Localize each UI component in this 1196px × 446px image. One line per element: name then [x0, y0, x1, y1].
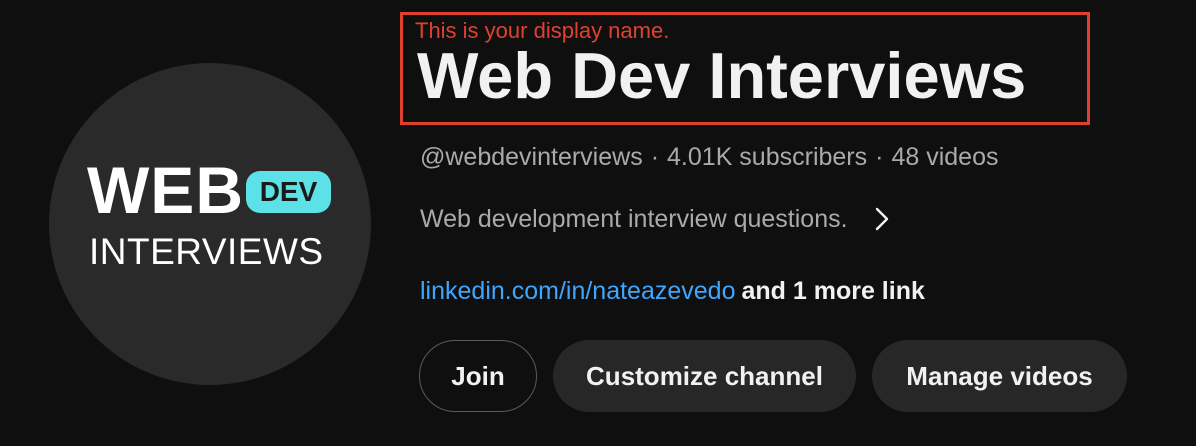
join-button[interactable]: Join — [419, 340, 537, 412]
customize-channel-button[interactable]: Customize channel — [553, 340, 856, 412]
subscriber-count: 4.01K subscribers — [667, 143, 868, 171]
avatar-logo-web: WEB — [87, 153, 244, 227]
meta-separator: · — [875, 143, 884, 171]
channel-display-name: Web Dev Interviews — [417, 39, 1027, 112]
avatar-logo-dev-badge: DEV — [246, 171, 331, 213]
linkedin-link[interactable]: linkedin.com/in/nateazevedo — [420, 277, 735, 305]
channel-handle: @webdevinterviews — [420, 143, 643, 171]
meta-separator: · — [650, 143, 660, 171]
video-count: 48 videos — [891, 143, 999, 171]
avatar-logo-interviews: INTERVIEWS — [89, 231, 324, 272]
channel-header: WEB DEV INTERVIEWS This is your display … — [0, 0, 1196, 446]
channel-links: linkedin.com/in/nateazevedo and 1 more li… — [420, 276, 925, 306]
channel-avatar[interactable]: WEB DEV INTERVIEWS — [49, 63, 371, 385]
channel-description[interactable]: Web development interview questions. — [420, 204, 894, 234]
more-links-button[interactable]: and 1 more link — [741, 277, 924, 305]
channel-meta: @webdevinterviews · 4.01K subscribers · 48 v… — [420, 142, 999, 172]
chevron-right-icon[interactable] — [870, 204, 894, 234]
manage-videos-button[interactable]: Manage videos — [872, 340, 1127, 412]
description-text: Web development interview questions. — [420, 205, 848, 233]
